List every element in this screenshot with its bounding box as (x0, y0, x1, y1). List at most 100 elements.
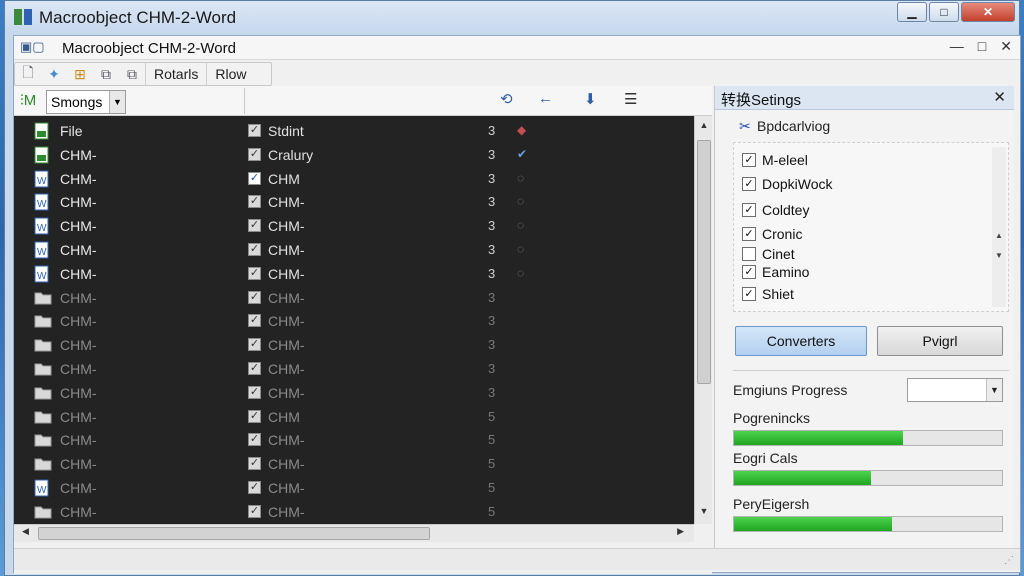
file-type: CHM- (268, 361, 305, 377)
sort-dropdown[interactable]: Smongs ▼ (46, 90, 126, 114)
status-icon: ◆ (517, 123, 527, 137)
vertical-scrollbar[interactable]: ▲ ▼ (694, 116, 712, 524)
progress-bar-3 (733, 516, 1003, 532)
row-checkbox[interactable]: ✓ (248, 266, 261, 280)
bird-icon[interactable]: ✦ (41, 63, 67, 85)
file-count: 3 (488, 194, 496, 210)
file-row[interactable]: CHM- ✓ CHM 5 (14, 406, 694, 428)
convert-button[interactable]: Converters (735, 326, 867, 356)
header-divider (244, 88, 245, 114)
scroll-left-icon[interactable]: ◀ (22, 526, 29, 537)
file-count: 3 (488, 218, 496, 234)
row-checkbox[interactable]: ✓ (248, 219, 261, 233)
row-checkbox[interactable]: ✓ (248, 124, 261, 137)
row-checkbox[interactable]: ✓ (248, 243, 261, 256)
file-type: CHM- (268, 289, 305, 306)
file-type: CHM- (268, 218, 305, 235)
horizontal-scroll-thumb[interactable] (38, 527, 430, 540)
options-scroll-down-icon[interactable]: ▼ (995, 251, 1003, 260)
resize-grip-icon[interactable]: ⋰ (1004, 555, 1014, 566)
file-row[interactable]: File ✓ Stdint 3 ◆ (14, 120, 694, 142)
row-checkbox[interactable]: ✓ (248, 385, 261, 399)
scroll-right-icon[interactable]: ▶ (677, 526, 684, 537)
options-scroll-up-icon[interactable]: ▲ (995, 231, 1003, 240)
row-checkbox[interactable]: ✓ (248, 338, 261, 352)
inner-maximize-button[interactable]: □ (978, 38, 986, 55)
options-scrollbar[interactable]: ▲ ▼ (992, 147, 1006, 307)
inner-minimize-button[interactable]: — (950, 38, 964, 55)
file-row[interactable]: CHM- ✓ CHM- 3 (14, 334, 694, 356)
minimize-button[interactable]: ▁ (897, 2, 927, 22)
row-checkbox[interactable]: ✓ (248, 195, 261, 209)
chevron-down-icon: ▼ (109, 91, 125, 113)
scroll-up-icon[interactable]: ▲ (695, 120, 713, 136)
svg-text:W: W (37, 223, 47, 234)
row-checkbox[interactable]: ✓ (248, 457, 261, 471)
row-checkbox[interactable]: ✓ (248, 481, 261, 494)
paste-icon[interactable]: ⧉ (119, 63, 145, 85)
file-row[interactable]: CHM- ✓ CHM- 3 (14, 382, 694, 404)
sync-icon[interactable]: ⟲ (500, 90, 513, 108)
row-checkbox[interactable]: ✓ (248, 147, 261, 161)
close-button[interactable]: ✕ (961, 2, 1015, 22)
row-checkbox[interactable]: ✓ (248, 433, 261, 447)
vertical-scroll-thumb[interactable] (697, 140, 711, 384)
folder-icon (34, 312, 52, 330)
file-row[interactable]: CHM- ✓ CHM- 5 (14, 453, 694, 475)
maximize-button[interactable]: □ (929, 2, 959, 22)
file-type: CHM- (268, 480, 305, 496)
file-name: CHM- (60, 218, 97, 235)
row-checkbox[interactable]: ✓ (248, 290, 261, 304)
option-checkbox[interactable]: ✓ (742, 203, 756, 217)
row-checkbox[interactable]: ✓ (248, 504, 261, 518)
option-checkbox[interactable]: ✓ (742, 287, 756, 301)
tree-icon[interactable]: ⊞ (67, 63, 93, 85)
rotarls-button[interactable]: Rotarls (145, 63, 206, 85)
scroll-down-icon[interactable]: ▼ (695, 506, 713, 522)
file-row[interactable]: W CHM- ✓ CHM 3 ◌ (14, 168, 694, 190)
file-row[interactable]: CHM- ✓ CHM- 3 (14, 358, 694, 380)
file-row[interactable]: CHM- ✓ CHM- 5 (14, 501, 694, 523)
svg-text:W: W (37, 271, 47, 282)
option-checkbox[interactable] (742, 247, 756, 261)
file-name: CHM- (60, 503, 97, 520)
file-row[interactable]: CHM- ✓ CHM- 3 (14, 287, 694, 309)
tools-icon: ✂ (739, 118, 751, 134)
file-name: CHM- (60, 194, 97, 211)
copy-icon[interactable]: ⧉ (93, 63, 119, 85)
option-checkbox[interactable]: ✓ (742, 177, 756, 191)
status-icon: ◌ (517, 265, 525, 280)
file-row[interactable]: CHM- ✓ CHM- 3 (14, 310, 694, 332)
row-checkbox[interactable]: ✓ (248, 409, 261, 423)
file-row[interactable]: W CHM- ✓ CHM- 3 ◌ (14, 263, 694, 285)
file-row[interactable]: CHM- ✓ CHM- 5 (14, 429, 694, 451)
file-row[interactable]: W CHM- ✓ CHM- 5 (14, 477, 694, 499)
download-icon[interactable]: ⬇ (584, 90, 597, 108)
file-count: 3 (488, 123, 496, 138)
new-file-icon[interactable]: 🗋 (15, 63, 41, 85)
file-row[interactable]: W CHM- ✓ CHM- 3 ◌ (14, 215, 694, 237)
app-logo-icon (14, 9, 32, 25)
option-checkbox[interactable]: ✓ (742, 153, 756, 167)
option-checkbox[interactable]: ✓ (742, 265, 756, 279)
file-count: 3 (488, 265, 496, 281)
horizontal-scrollbar[interactable]: ◀ ▶ (14, 524, 694, 542)
engine-dropdown[interactable]: ▼ (907, 378, 1003, 402)
inner-close-button[interactable]: ✕ (1000, 38, 1012, 55)
settings-close-icon[interactable]: ✕ (993, 88, 1006, 106)
row-checkbox[interactable]: ✓ (248, 314, 261, 328)
list-menu-icon[interactable]: ☰ (624, 90, 637, 108)
row-checkbox[interactable]: ✓ (248, 171, 261, 185)
row-checkbox[interactable]: ✓ (248, 362, 261, 375)
back-arrow-icon[interactable]: ← (538, 90, 553, 107)
file-row[interactable]: W CHM- ✓ CHM- 3 ◌ (14, 239, 694, 261)
file-row[interactable]: W CHM- ✓ CHM- 3 ◌ (14, 191, 694, 213)
file-type: CHM (268, 170, 300, 187)
folder-icon (34, 360, 52, 378)
option-label: M-eleel (762, 152, 808, 168)
secondary-button[interactable]: Pvigrl (877, 326, 1003, 356)
rlow-button[interactable]: Rlow (206, 63, 254, 85)
outer-title-bar[interactable]: Macroobject CHM-2-Word ▁ □ ✕ (5, 1, 1019, 35)
option-checkbox[interactable]: ✓ (742, 227, 756, 241)
file-row[interactable]: CHM- ✓ Cralury 3 ✔ (14, 144, 694, 166)
